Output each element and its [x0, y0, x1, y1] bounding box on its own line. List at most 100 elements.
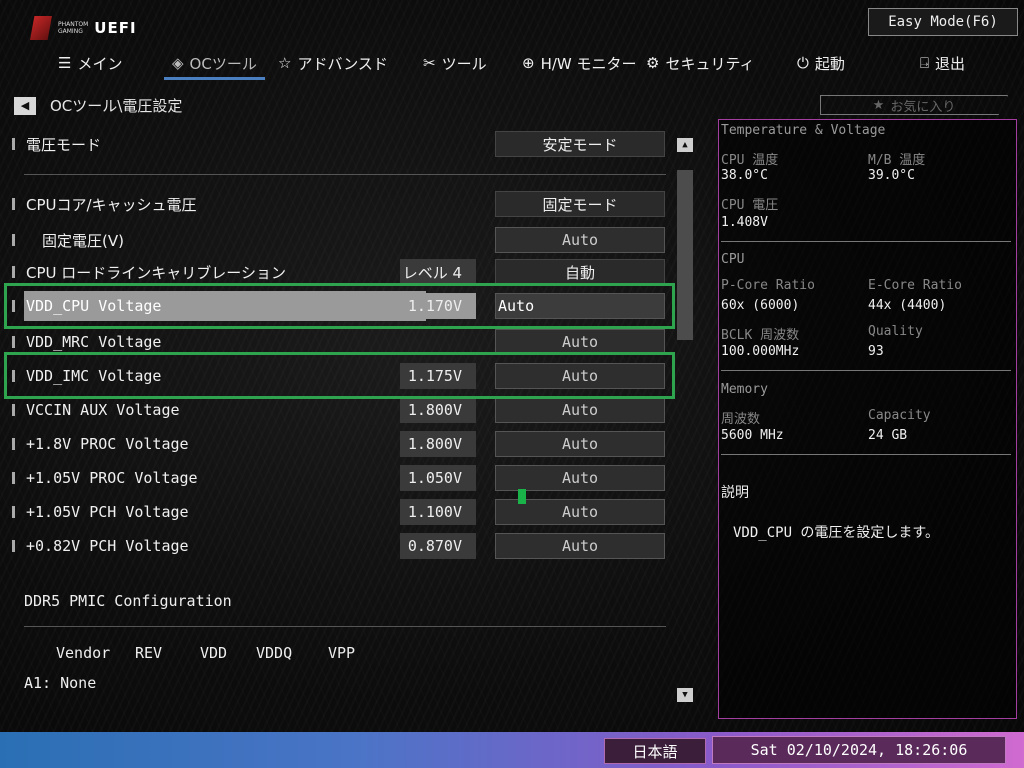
setting-label: 固定電圧(V): [42, 231, 124, 250]
easy-mode-button[interactable]: Easy Mode(F6): [868, 8, 1018, 36]
setting-label: 電圧モード: [26, 135, 102, 154]
panel-divider: [721, 454, 1011, 455]
scroll-up-icon[interactable]: ▲: [677, 138, 693, 152]
panel-divider: [721, 370, 1011, 371]
setting-label: +1.05V PCH Voltage: [26, 503, 189, 521]
crosshair-icon: ⊕: [522, 54, 535, 72]
mem-capacity-label: Capacity: [868, 408, 931, 423]
language-button[interactable]: 日本語: [604, 738, 706, 764]
panel-divider: [721, 241, 1011, 242]
scroll-thumb[interactable]: [677, 170, 693, 340]
setting-row-vccin-aux[interactable]: VCCIN AUX Voltage 1.800V Auto: [0, 395, 680, 425]
tab-security[interactable]: ⚙ セキュリティ: [646, 48, 755, 78]
setting-label: +0.82V PCH Voltage: [26, 537, 189, 555]
breadcrumb: ◀ OCツール\電圧設定: [14, 95, 182, 116]
setting-row-proc-1-05v[interactable]: +1.05V PROC Voltage 1.050V Auto: [0, 463, 680, 493]
panel-section-title: Memory: [721, 382, 768, 397]
main-nav: ☰ メイン ◈ OCツール ☆ アドバンスド ✂ ツール ⊕ H/W モニター ⚙ セキュリ…: [0, 48, 1024, 80]
mb-temp-value: 39.0°C: [868, 168, 915, 183]
mem-capacity-value: 24 GB: [868, 428, 908, 443]
setting-option[interactable]: 自動: [495, 259, 665, 285]
tab-label: セキュリティ: [665, 54, 755, 73]
favorite-button[interactable]: ★ お気に入り: [820, 95, 1008, 115]
highlight-box-vdd-imc: [4, 352, 675, 399]
tab-boot[interactable]: ⏻ 起動: [797, 48, 845, 78]
tab-label: H/W モニター: [540, 54, 637, 73]
mouse-cursor-marker: [518, 489, 526, 504]
info-panel: Temperature & Voltage CPU 温度 38.0°C M/B …: [718, 119, 1017, 719]
tab-hw-monitor[interactable]: ⊕ H/W モニター: [522, 48, 637, 78]
row-bullet: [12, 198, 15, 210]
setting-option[interactable]: 安定モード: [495, 131, 665, 157]
mem-freq-value: 5600 MHz: [721, 428, 784, 443]
setting-row-proc-1-8v[interactable]: +1.8V PROC Voltage 1.800V Auto: [0, 429, 680, 459]
setting-value: レベル 4: [400, 259, 476, 285]
favorite-label: お気に入り: [890, 99, 956, 115]
scrollbar[interactable]: ▲ ▼: [676, 136, 694, 704]
setting-row-pch-1-05v[interactable]: +1.05V PCH Voltage 1.100V Auto: [0, 497, 680, 527]
scroll-down-icon[interactable]: ▼: [677, 688, 693, 702]
cpu-temp-label: CPU 温度: [721, 153, 779, 168]
setting-row-voltage-mode[interactable]: 電圧モード 安定モード: [0, 129, 680, 159]
setting-label: +1.8V PROC Voltage: [26, 435, 189, 453]
row-bullet: [12, 138, 15, 150]
setting-row-cpu-core-cache[interactable]: CPUコア/キャッシュ電圧 固定モード: [0, 189, 680, 219]
setting-value: 1.800V: [400, 431, 476, 457]
divider: [24, 626, 666, 627]
row-bullet: [12, 438, 15, 450]
setting-row-fixed-voltage[interactable]: 固定電圧(V) Auto: [0, 225, 680, 255]
setting-option[interactable]: Auto: [495, 465, 665, 491]
panel-section-title: CPU: [721, 252, 745, 267]
power-icon: ⏻: [797, 54, 809, 72]
brand-logo: PHANTOM GAMING UEFI: [30, 14, 140, 42]
pcore-ratio-label: P-Core Ratio: [721, 278, 815, 293]
pmic-col-vdd: VDD: [200, 644, 228, 662]
setting-option[interactable]: Auto: [495, 397, 665, 423]
tab-oc-tools[interactable]: ◈ OCツール: [164, 48, 265, 80]
logo-text-uefi: UEFI: [94, 19, 137, 37]
menu-icon: ☰: [58, 54, 72, 72]
setting-label: CPUコア/キャッシュ電圧: [26, 195, 197, 214]
tab-label: OCツール: [189, 54, 257, 73]
setting-option[interactable]: 固定モード: [495, 191, 665, 217]
description-text: VDD_CPU の電圧を設定します。: [733, 525, 940, 541]
pmic-row-a1: A1: None: [24, 674, 97, 692]
shield-icon: ⚙: [646, 54, 660, 72]
breadcrumb-text: OCツール\電圧設定: [50, 97, 183, 115]
setting-option[interactable]: Auto: [495, 533, 665, 559]
cpu-voltage-value: 1.408V: [721, 215, 768, 230]
tab-main[interactable]: ☰ メイン: [58, 48, 122, 78]
tab-label: ツール: [441, 54, 487, 73]
tab-exit[interactable]: ⍈ 退出: [920, 48, 965, 78]
mb-temp-label: M/B 温度: [868, 153, 926, 168]
logo-icon: [30, 16, 52, 40]
divider: [24, 174, 666, 175]
pcore-ratio-value: 60x (6000): [721, 298, 800, 313]
setting-label: +1.05V PROC Voltage: [26, 469, 198, 487]
ecore-ratio-label: E-Core Ratio: [868, 278, 962, 293]
quality-label: Quality: [868, 324, 923, 339]
setting-label: VCCIN AUX Voltage: [26, 401, 180, 419]
setting-value: 1.050V: [400, 465, 476, 491]
setting-option[interactable]: Auto: [495, 227, 665, 253]
ecore-ratio-value: 44x (4400): [868, 298, 947, 313]
setting-option[interactable]: Auto: [495, 431, 665, 457]
setting-value: 0.870V: [400, 533, 476, 559]
tab-advanced[interactable]: ☆ アドバンスド: [278, 48, 388, 78]
tab-tools[interactable]: ✂ ツール: [423, 48, 487, 78]
pmic-title: DDR5 PMIC Configuration: [24, 592, 232, 610]
pmic-col-vddq: VDDQ: [256, 644, 293, 662]
datetime-display[interactable]: Sat 02/10/2024, 18:26:06: [712, 736, 1006, 764]
star-icon: ☆: [278, 54, 292, 72]
row-bullet: [12, 266, 15, 278]
star-icon: ★: [872, 97, 885, 113]
tab-label: 退出: [935, 54, 966, 73]
back-arrow-icon[interactable]: ◀: [14, 96, 36, 115]
row-bullet: [12, 472, 15, 484]
setting-row-pch-0-82v[interactable]: +0.82V PCH Voltage 0.870V Auto: [0, 531, 680, 561]
row-bullet: [12, 506, 15, 518]
setting-value: 1.800V: [400, 397, 476, 423]
quality-value: 93: [868, 344, 884, 359]
cpu-voltage-label: CPU 電圧: [721, 198, 779, 213]
bclk-label: BCLK 周波数: [721, 328, 800, 343]
